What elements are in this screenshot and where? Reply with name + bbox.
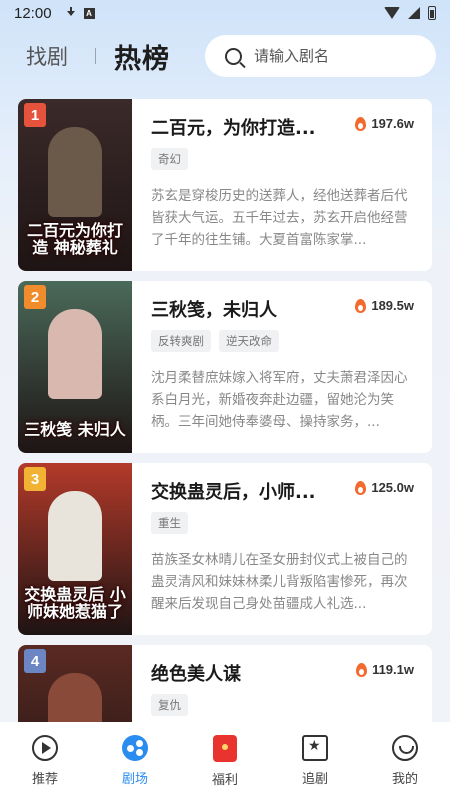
favorites-icon	[302, 735, 328, 761]
theater-icon	[122, 735, 148, 761]
drama-card[interactable]: 二百元为你打造 神秘葬礼 1 二百元，为你打造... 197.6w 奇幻 苏玄是…	[18, 99, 432, 271]
page-header: 找剧 热榜	[0, 34, 450, 78]
heat-count: 119.1w	[356, 662, 414, 677]
tab-divider	[95, 48, 96, 64]
genre-tag: 重生	[151, 512, 188, 534]
heat-count: 125.0w	[355, 480, 414, 495]
nav-item-profile[interactable]: 我的	[360, 722, 450, 800]
notification-a-icon: A	[83, 7, 95, 19]
wifi-icon	[384, 7, 400, 19]
status-bar: 12:00 A	[0, 0, 450, 26]
rank-badge: 1	[24, 103, 46, 127]
genre-tag: 反转爽剧	[151, 330, 211, 352]
drama-poster[interactable]: 交换蛊灵后 小师妹她惹猫了 3	[18, 463, 132, 635]
rank-badge: 2	[24, 285, 46, 309]
drama-title[interactable]: 二百元，为你打造...	[151, 114, 331, 140]
drama-description: 苏玄是穿梭历史的送葬人，经他送葬者后代皆获大气运。五千年过去，苏玄开启他经营了千…	[151, 188, 408, 248]
profile-icon	[392, 735, 418, 761]
drama-poster[interactable]: 4	[18, 645, 132, 724]
heat-count: 189.5w	[355, 298, 414, 313]
heat-count: 197.6w	[355, 116, 414, 131]
tab-find[interactable]: 找剧	[26, 41, 68, 71]
fire-icon	[355, 480, 367, 495]
heat-value: 189.5w	[371, 298, 414, 313]
drama-poster[interactable]: 二百元为你打造 神秘葬礼 1	[18, 99, 132, 271]
signal-icon	[408, 7, 420, 19]
download-icon	[66, 7, 76, 19]
heat-value: 197.6w	[371, 116, 414, 131]
play-icon	[32, 735, 58, 761]
tag-list: 重生	[151, 512, 188, 534]
search-icon	[225, 47, 242, 65]
poster-title: 交换蛊灵后 小师妹她惹猫了	[24, 584, 126, 622]
rank-badge: 3	[24, 467, 46, 491]
drama-title[interactable]: 交换蛊灵后，小师...	[151, 478, 331, 504]
tag-list: 反转爽剧 逆天改命	[151, 330, 279, 352]
poster-title: 三秋笺 未归人	[24, 420, 126, 440]
drama-card[interactable]: 交换蛊灵后 小师妹她惹猫了 3 交换蛊灵后，小师... 125.0w 重生 苗族…	[18, 463, 432, 635]
tag-list: 奇幻	[151, 148, 188, 170]
nav-item-favorites[interactable]: 追剧	[270, 722, 360, 800]
nav-label: 追剧	[301, 772, 328, 787]
drama-title[interactable]: 绝色美人谋	[151, 660, 331, 686]
genre-tag: 复仇	[151, 694, 188, 716]
tag-list: 复仇	[151, 694, 188, 716]
heat-value: 119.1w	[372, 662, 414, 677]
genre-tag: 奇幻	[151, 148, 188, 170]
gift-icon	[213, 735, 237, 762]
drama-title[interactable]: 三秋笺，未归人	[151, 296, 331, 322]
fire-icon	[355, 116, 367, 131]
drama-description: 沈月柔替庶妹嫁入将军府，丈夫萧君泽因心系白月光，新婚夜奔赴边疆，留她沦为笑柄。三…	[151, 370, 408, 430]
drama-card[interactable]: 4 绝色美人谋 119.1w 复仇	[18, 645, 432, 724]
fire-icon	[355, 298, 367, 313]
status-time: 12:00	[14, 4, 52, 22]
bottom-nav: 推荐 剧场 福利 追剧 我的	[0, 722, 450, 800]
search-bar[interactable]	[205, 35, 436, 77]
nav-label: 我的	[391, 772, 418, 787]
drama-card[interactable]: 三秋笺 未归人 2 三秋笺，未归人 189.5w 反转爽剧 逆天改命 沈月柔替庶妹…	[18, 281, 432, 453]
tab-hot-list[interactable]: 热榜	[114, 37, 170, 76]
nav-label: 福利	[211, 773, 238, 788]
heat-value: 125.0w	[371, 480, 414, 495]
drama-list[interactable]: 二百元为你打造 神秘葬礼 1 二百元，为你打造... 197.6w 奇幻 苏玄是…	[18, 99, 432, 724]
fire-icon	[356, 662, 368, 677]
rank-badge: 4	[24, 649, 46, 673]
battery-icon	[428, 6, 436, 20]
poster-title: 二百元为你打造 神秘葬礼	[26, 220, 123, 258]
drama-poster[interactable]: 三秋笺 未归人 2	[18, 281, 132, 453]
genre-tag: 逆天改命	[219, 330, 279, 352]
nav-item-gift[interactable]: 福利	[180, 722, 270, 800]
nav-label: 剧场	[121, 772, 148, 787]
nav-label: 推荐	[31, 772, 58, 787]
search-input[interactable]	[254, 47, 424, 65]
nav-item-play[interactable]: 推荐	[0, 722, 90, 800]
nav-item-theater[interactable]: 剧场	[90, 722, 180, 800]
drama-description: 苗族圣女林晴儿在圣女册封仪式上被自己的蛊灵清风和妹妹林柔儿背叛陷害惨死，再次醒来…	[151, 552, 408, 612]
